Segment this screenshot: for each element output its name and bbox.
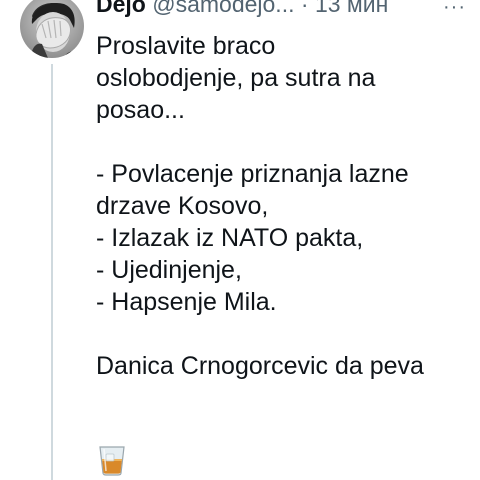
- text-line: posao...: [96, 96, 185, 124]
- list-line: drzave Kosovo,: [96, 192, 269, 220]
- list-line: - Povlacenje priznanja lazne: [96, 160, 409, 188]
- timestamp[interactable]: 13 мин: [315, 0, 388, 17]
- thread-connector-line: [51, 64, 53, 480]
- more-options-icon[interactable]: ···: [443, 0, 466, 17]
- list-line: - Izlazak iz NATO pakta,: [96, 224, 364, 252]
- author-handle[interactable]: @samodejo...: [152, 0, 294, 17]
- text-line: Danica Crnogorcevic da peva: [96, 352, 424, 380]
- avatar[interactable]: [20, 0, 84, 58]
- tumbler-glass-emoji-icon: [98, 444, 126, 476]
- author-name[interactable]: Dejo: [96, 0, 146, 17]
- list-line: - Ujedinjenje,: [96, 256, 242, 284]
- separator-dot: ·: [300, 0, 309, 17]
- tweet-text: Proslavite braco oslobodjenje, pa sutra …: [96, 30, 476, 382]
- tweet[interactable]: Dejo @samodejo... · 13 мин ··· Proslavit…: [0, 0, 480, 480]
- text-line: oslobodjenje, pa sutra na: [96, 64, 376, 92]
- facepalm-avatar-icon: [20, 0, 84, 58]
- tweet-header: Dejo @samodejo... · 13 мин: [96, 0, 480, 17]
- list-line: - Hapsenje Mila.: [96, 288, 277, 316]
- text-line: Proslavite braco: [96, 32, 276, 60]
